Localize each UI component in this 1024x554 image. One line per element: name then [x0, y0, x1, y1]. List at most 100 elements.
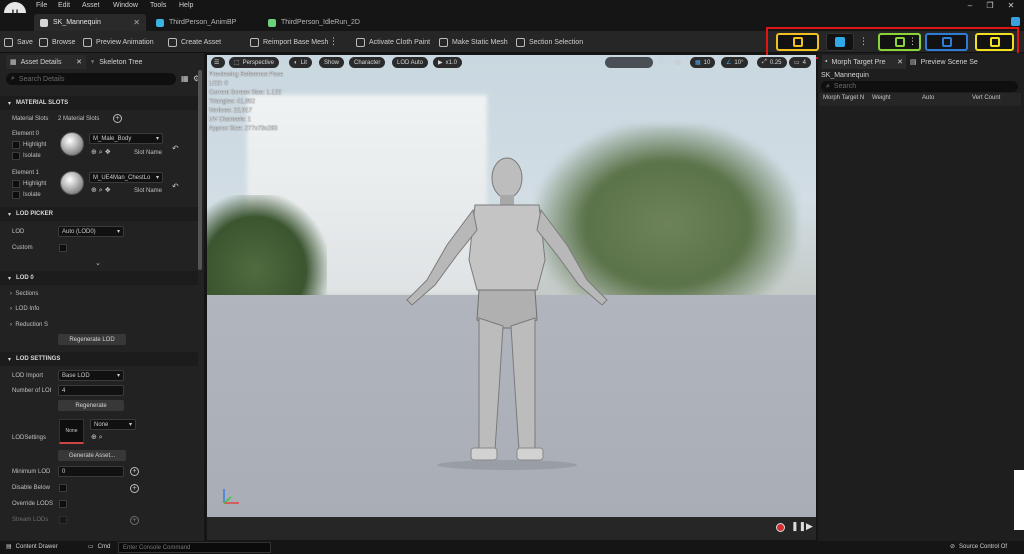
chevron-down-icon[interactable]: ⌄ — [95, 259, 101, 267]
add-platform-override-icon[interactable]: + — [130, 467, 139, 476]
isolate-checkbox[interactable] — [12, 152, 20, 160]
preview-viewport[interactable] — [207, 55, 816, 540]
menu-help[interactable]: Help — [179, 2, 193, 9]
scale-snap-button[interactable]: ⤢ 0.25 — [757, 57, 787, 68]
highlight-checkbox[interactable] — [12, 141, 20, 149]
reimport-base-mesh-button[interactable]: Reimport Base Mesh — [250, 31, 328, 53]
camera-speed-button[interactable]: ▭ 4 — [789, 57, 812, 68]
column-vert-count[interactable]: Vert Count — [972, 95, 1000, 101]
world-local-icon[interactable]: ◍ — [675, 58, 681, 66]
surface-snap-icon[interactable]: ⌂ — [659, 58, 663, 65]
material-thumbnail[interactable] — [60, 171, 84, 195]
tab-preview-scene-settings[interactable]: ▤ Preview Scene Se — [910, 55, 996, 69]
material-thumbnail[interactable] — [60, 132, 84, 156]
tab-skeleton-tree[interactable]: ♆ Skeleton Tree — [90, 55, 190, 69]
close-tab-icon[interactable]: ✕ — [76, 58, 82, 66]
regenerate-button[interactable]: Regenerate — [58, 400, 124, 411]
notification-icon[interactable] — [1011, 17, 1020, 26]
lod-picker-header[interactable]: ▾ LOD PICKER — [0, 207, 198, 221]
minimize-icon[interactable]: – — [960, 1, 980, 12]
tab-asset-details[interactable]: ▦ Asset Details ✕ — [6, 55, 86, 69]
lod-dropdown[interactable]: Auto (LOD0) ▾ — [58, 226, 124, 237]
tab-morph-target-preview[interactable]: ⬩ Morph Target Pre ✕ — [822, 55, 906, 69]
tab-sk-mannequin[interactable]: SK_Mannequin ✕ — [34, 14, 146, 31]
number-of-lods-input[interactable]: 4 — [58, 385, 124, 396]
activate-cloth-paint-button[interactable]: Activate Cloth Paint — [356, 31, 430, 53]
browse-button[interactable]: Browse — [39, 31, 75, 53]
lod-settings-dropdown[interactable]: None ▾ — [90, 419, 136, 430]
close-tab-icon[interactable]: ✕ — [133, 18, 140, 27]
minimum-lod-input[interactable]: 0 — [58, 466, 124, 477]
add-material-slot-icon[interactable]: + — [113, 114, 122, 123]
lod-settings-thumbnail[interactable]: None — [59, 419, 84, 444]
lit-button[interactable]: ◐ Lit — [289, 57, 312, 68]
playback-speed-button[interactable]: ▶ x1.0 — [433, 57, 462, 68]
content-drawer-button[interactable]: ▤ Content Drawer — [6, 543, 58, 551]
transform-mode-group[interactable] — [605, 57, 653, 68]
create-asset-button[interactable]: Create Asset — [168, 31, 221, 53]
scene-settings-icon: ▤ — [910, 59, 917, 66]
lod-info-row[interactable]: › LOD Info — [10, 306, 39, 312]
override-lods-checkbox[interactable] — [59, 500, 67, 508]
section-selection-button[interactable]: Section Selection — [516, 31, 583, 53]
reduction-settings-row[interactable]: › Reduction S — [10, 322, 48, 328]
make-static-mesh-button[interactable]: Make Static Mesh — [439, 31, 508, 53]
preview-animation-button[interactable]: Preview Animation — [83, 31, 154, 53]
material-dropdown[interactable]: M_Male_Body ▾ — [89, 133, 163, 144]
column-weight[interactable]: Weight — [872, 95, 891, 101]
details-search-input[interactable]: ⌕ Search Details — [6, 73, 176, 85]
menu-window[interactable]: Window — [113, 2, 138, 9]
record-icon[interactable] — [776, 523, 785, 532]
material-slots-count: 2 Material Slots — [58, 116, 100, 122]
menu-tools[interactable]: Tools — [150, 2, 166, 9]
generate-asset-button[interactable]: Generate Asset... — [58, 450, 126, 461]
custom-label: Custom — [12, 245, 33, 251]
viewport-menu-button[interactable]: ☰ — [211, 57, 225, 68]
viewport-stat: UV Channels: 1 — [209, 117, 252, 123]
browse-to-asset-icon[interactable]: ⊕ ⌕ ❖ — [91, 148, 111, 157]
morph-search-input[interactable]: ⌕ Search — [821, 81, 1018, 92]
maximize-icon[interactable]: ❐ — [980, 1, 1000, 12]
disable-below-checkbox[interactable] — [59, 484, 67, 492]
perspective-button[interactable]: ⬚ Perspective — [229, 57, 280, 68]
close-tab-icon[interactable]: ✕ — [897, 58, 903, 66]
rotation-snap-button[interactable]: ∠ 10° — [721, 57, 749, 68]
close-window-icon[interactable]: ✕ — [1001, 1, 1021, 12]
add-platform-override-icon[interactable]: + — [130, 484, 139, 493]
tab-thirdperson-animbp[interactable]: ThirdPerson_AnimBP — [150, 14, 258, 31]
isolate-checkbox[interactable] — [12, 191, 20, 199]
character-button[interactable]: Character — [349, 57, 386, 68]
sections-row[interactable]: › Sections — [10, 291, 38, 297]
custom-lod-checkbox[interactable] — [59, 244, 67, 252]
show-button[interactable]: Show — [319, 57, 345, 68]
reset-arrow-icon[interactable]: ↶ — [172, 144, 179, 153]
play-forward-icon[interactable]: ▶ — [806, 521, 813, 532]
menu-edit[interactable]: Edit — [58, 2, 70, 9]
reset-arrow-icon[interactable]: ↶ — [172, 182, 179, 191]
menu-file[interactable]: File — [36, 2, 47, 9]
console-command-input[interactable]: Enter Console Command — [118, 542, 271, 553]
lod-import-dropdown[interactable]: Base LOD ▾ — [58, 370, 124, 381]
column-auto[interactable]: Auto — [922, 95, 934, 101]
highlight-checkbox[interactable] — [12, 180, 20, 188]
tab-thirdperson-idlerun[interactable]: ThirdPerson_IdleRun_2D — [262, 14, 372, 31]
pause-icon[interactable]: ❚❚ — [791, 521, 806, 532]
browse-asset-icon[interactable]: ⊕ ⌕ — [91, 433, 103, 442]
grid-snap-button[interactable]: ▦ 10 — [690, 57, 716, 68]
property-matrix-icon[interactable]: ▦ — [181, 74, 189, 83]
column-morph-target-name[interactable]: Morph Target N — [823, 95, 864, 101]
lod-settings-header[interactable]: ▾ LOD SETTINGS — [0, 352, 198, 366]
material-slots-header[interactable]: ▾ MATERIAL SLOTS — [0, 96, 198, 110]
menu-asset[interactable]: Asset — [82, 2, 100, 9]
material-dropdown[interactable]: M_UE4Man_ChestLo ▾ — [89, 172, 163, 183]
lod-auto-button[interactable]: LOD Auto — [392, 57, 429, 68]
browse-to-asset-icon[interactable]: ⊕ ⌕ ❖ — [91, 186, 111, 195]
cmd-button[interactable]: ▭ Cmd — [88, 543, 110, 551]
mannequin-mesh[interactable] — [387, 150, 627, 470]
lod-0-header[interactable]: ▾ LOD 0 — [0, 271, 198, 285]
reimport-options-icon[interactable]: ⋮ — [329, 36, 338, 47]
details-scrollbar[interactable] — [198, 70, 202, 270]
save-button[interactable]: Save — [4, 31, 33, 53]
source-control-button[interactable]: ⊘ Source Control Of — [950, 543, 1007, 551]
regenerate-lod-button[interactable]: Regenerate LOD — [58, 334, 126, 345]
